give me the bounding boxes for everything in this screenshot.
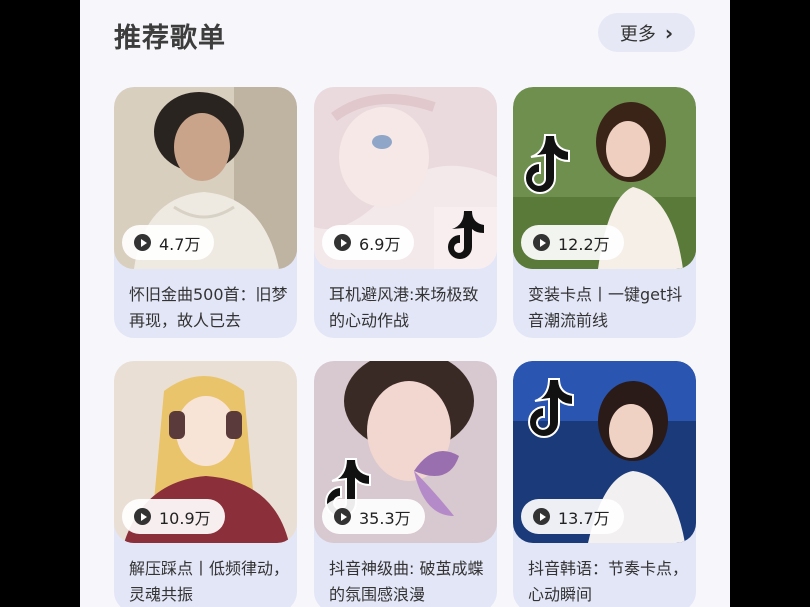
playlist-title: 解压踩点丨低频律动，灵魂共振 [129,559,290,604]
play-count: 12.2万 [521,225,624,260]
playlist-card[interactable]: 6.9万 耳机避风港:来场极致的心动作战 [314,87,497,338]
phone-screen: 推荐歌单 更多 › 4.7万 怀旧金曲500首：旧梦再现，故人已去 6.9万 耳… [80,0,730,607]
play-count: 35.3万 [322,499,425,534]
play-count: 13.7万 [521,499,624,534]
play-icon [134,234,151,251]
playlist-card[interactable]: 10.9万 解压踩点丨低频律动，灵魂共振 [114,361,297,607]
playlist-title: 耳机避风港:来场极致的心动作战 [329,285,479,330]
play-icon [533,234,550,251]
playlist-title: 抖音神级曲: 破茧成蝶的氛围感浪漫 [329,559,484,604]
more-label: 更多 [619,23,656,45]
play-icon [334,234,351,251]
chevron-right-icon: › [664,20,674,45]
playlist-title: 怀旧金曲500首：旧梦再现，故人已去 [129,285,288,330]
playlist-card[interactable]: 35.3万 抖音神级曲: 破茧成蝶的氛围感浪漫 [314,361,497,607]
playlist-title: 抖音韩语：节奏卡点，心动瞬间 [528,559,689,604]
play-icon [533,508,550,525]
playlist-card[interactable]: 13.7万 抖音韩语：节奏卡点，心动瞬间 [513,361,696,607]
play-count: 6.9万 [322,225,415,260]
play-icon [134,508,151,525]
section-title: 推荐歌单 [114,23,226,54]
playlist-title: 变装卡点丨一键get抖音潮流前线 [528,285,683,330]
playlist-card[interactable]: 4.7万 怀旧金曲500首：旧梦再现，故人已去 [114,87,297,338]
play-icon [334,508,351,525]
more-button[interactable]: 更多 › [598,13,695,52]
play-count: 10.9万 [122,499,225,534]
play-count: 4.7万 [122,225,215,260]
playlist-card[interactable]: 12.2万 变装卡点丨一键get抖音潮流前线 [513,87,696,338]
